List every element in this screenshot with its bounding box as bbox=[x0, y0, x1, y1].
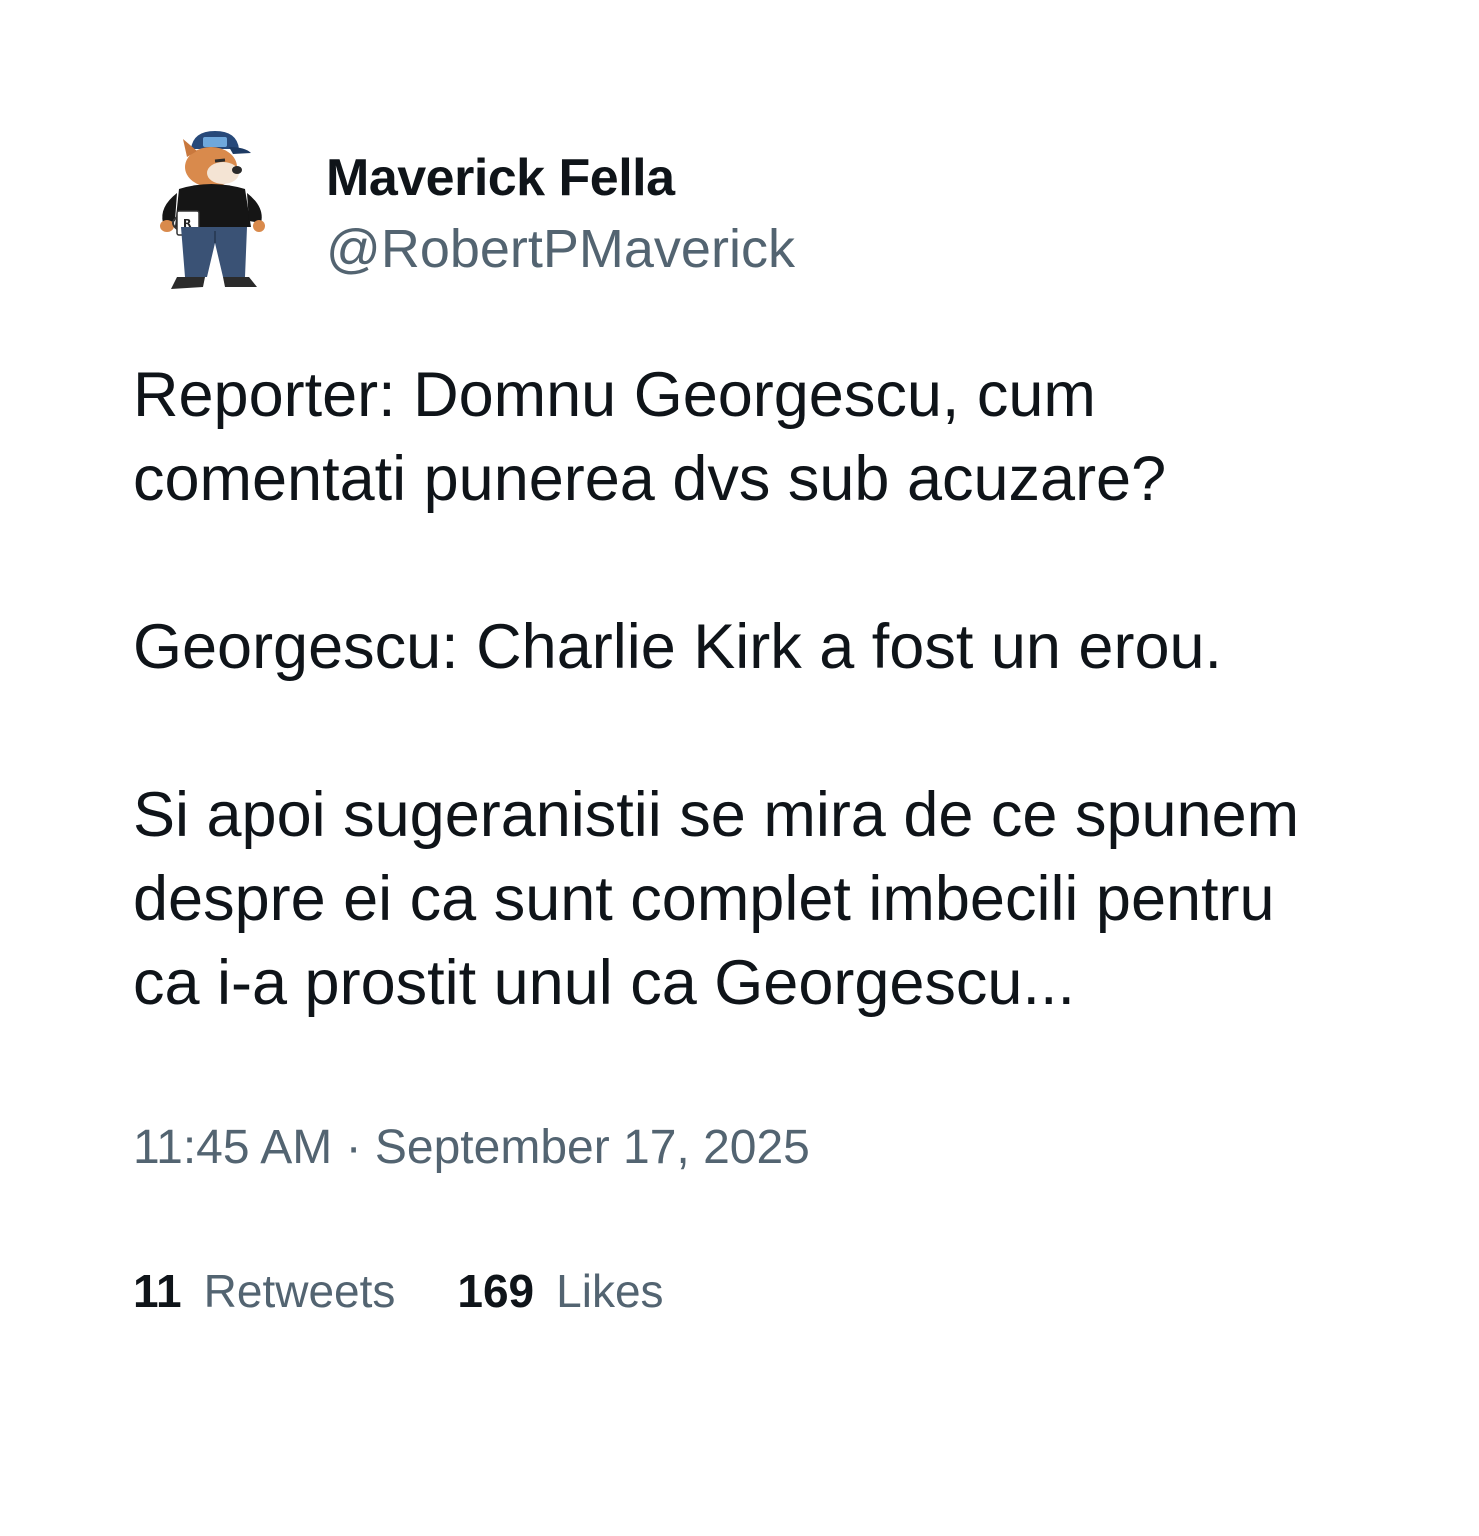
avatar[interactable]: R bbox=[153, 127, 278, 295]
tweet-paragraph: Si apoi sugeranistii se mira de ce spune… bbox=[133, 780, 1300, 1018]
dog-character-avatar-icon: R bbox=[160, 131, 265, 289]
likes-label: Likes bbox=[556, 1265, 664, 1317]
author-display-name[interactable]: Maverick Fella bbox=[326, 147, 795, 209]
retweets-label: Retweets bbox=[203, 1265, 396, 1317]
tweet-paragraph: Reporter: Domnu Georgescu, cum comentati… bbox=[133, 360, 1167, 514]
tweet-text: Reporter: Domnu Georgescu, cum comentati… bbox=[133, 353, 1353, 1025]
retweets-count: 11 bbox=[133, 1265, 182, 1317]
tweet-paragraph: Georgescu: Charlie Kirk a fost un erou. bbox=[133, 612, 1223, 682]
tweet-card: R Maverick Fella @RobertPMaverick Report… bbox=[133, 125, 1353, 1320]
tweet-timestamp[interactable]: 11:45 AM · September 17, 2025 bbox=[133, 1118, 1353, 1178]
tweet-header: R Maverick Fella @RobertPMaverick bbox=[133, 125, 1353, 295]
tweet-stats: 11 Retweets 169 Likes bbox=[133, 1262, 1353, 1320]
retweets-stat[interactable]: 11 Retweets bbox=[133, 1262, 395, 1320]
author-handle[interactable]: @RobertPMaverick bbox=[326, 217, 795, 281]
likes-stat[interactable]: 169 Likes bbox=[457, 1262, 663, 1320]
author-names: Maverick Fella @RobertPMaverick bbox=[326, 147, 795, 281]
likes-count: 169 bbox=[457, 1265, 535, 1317]
